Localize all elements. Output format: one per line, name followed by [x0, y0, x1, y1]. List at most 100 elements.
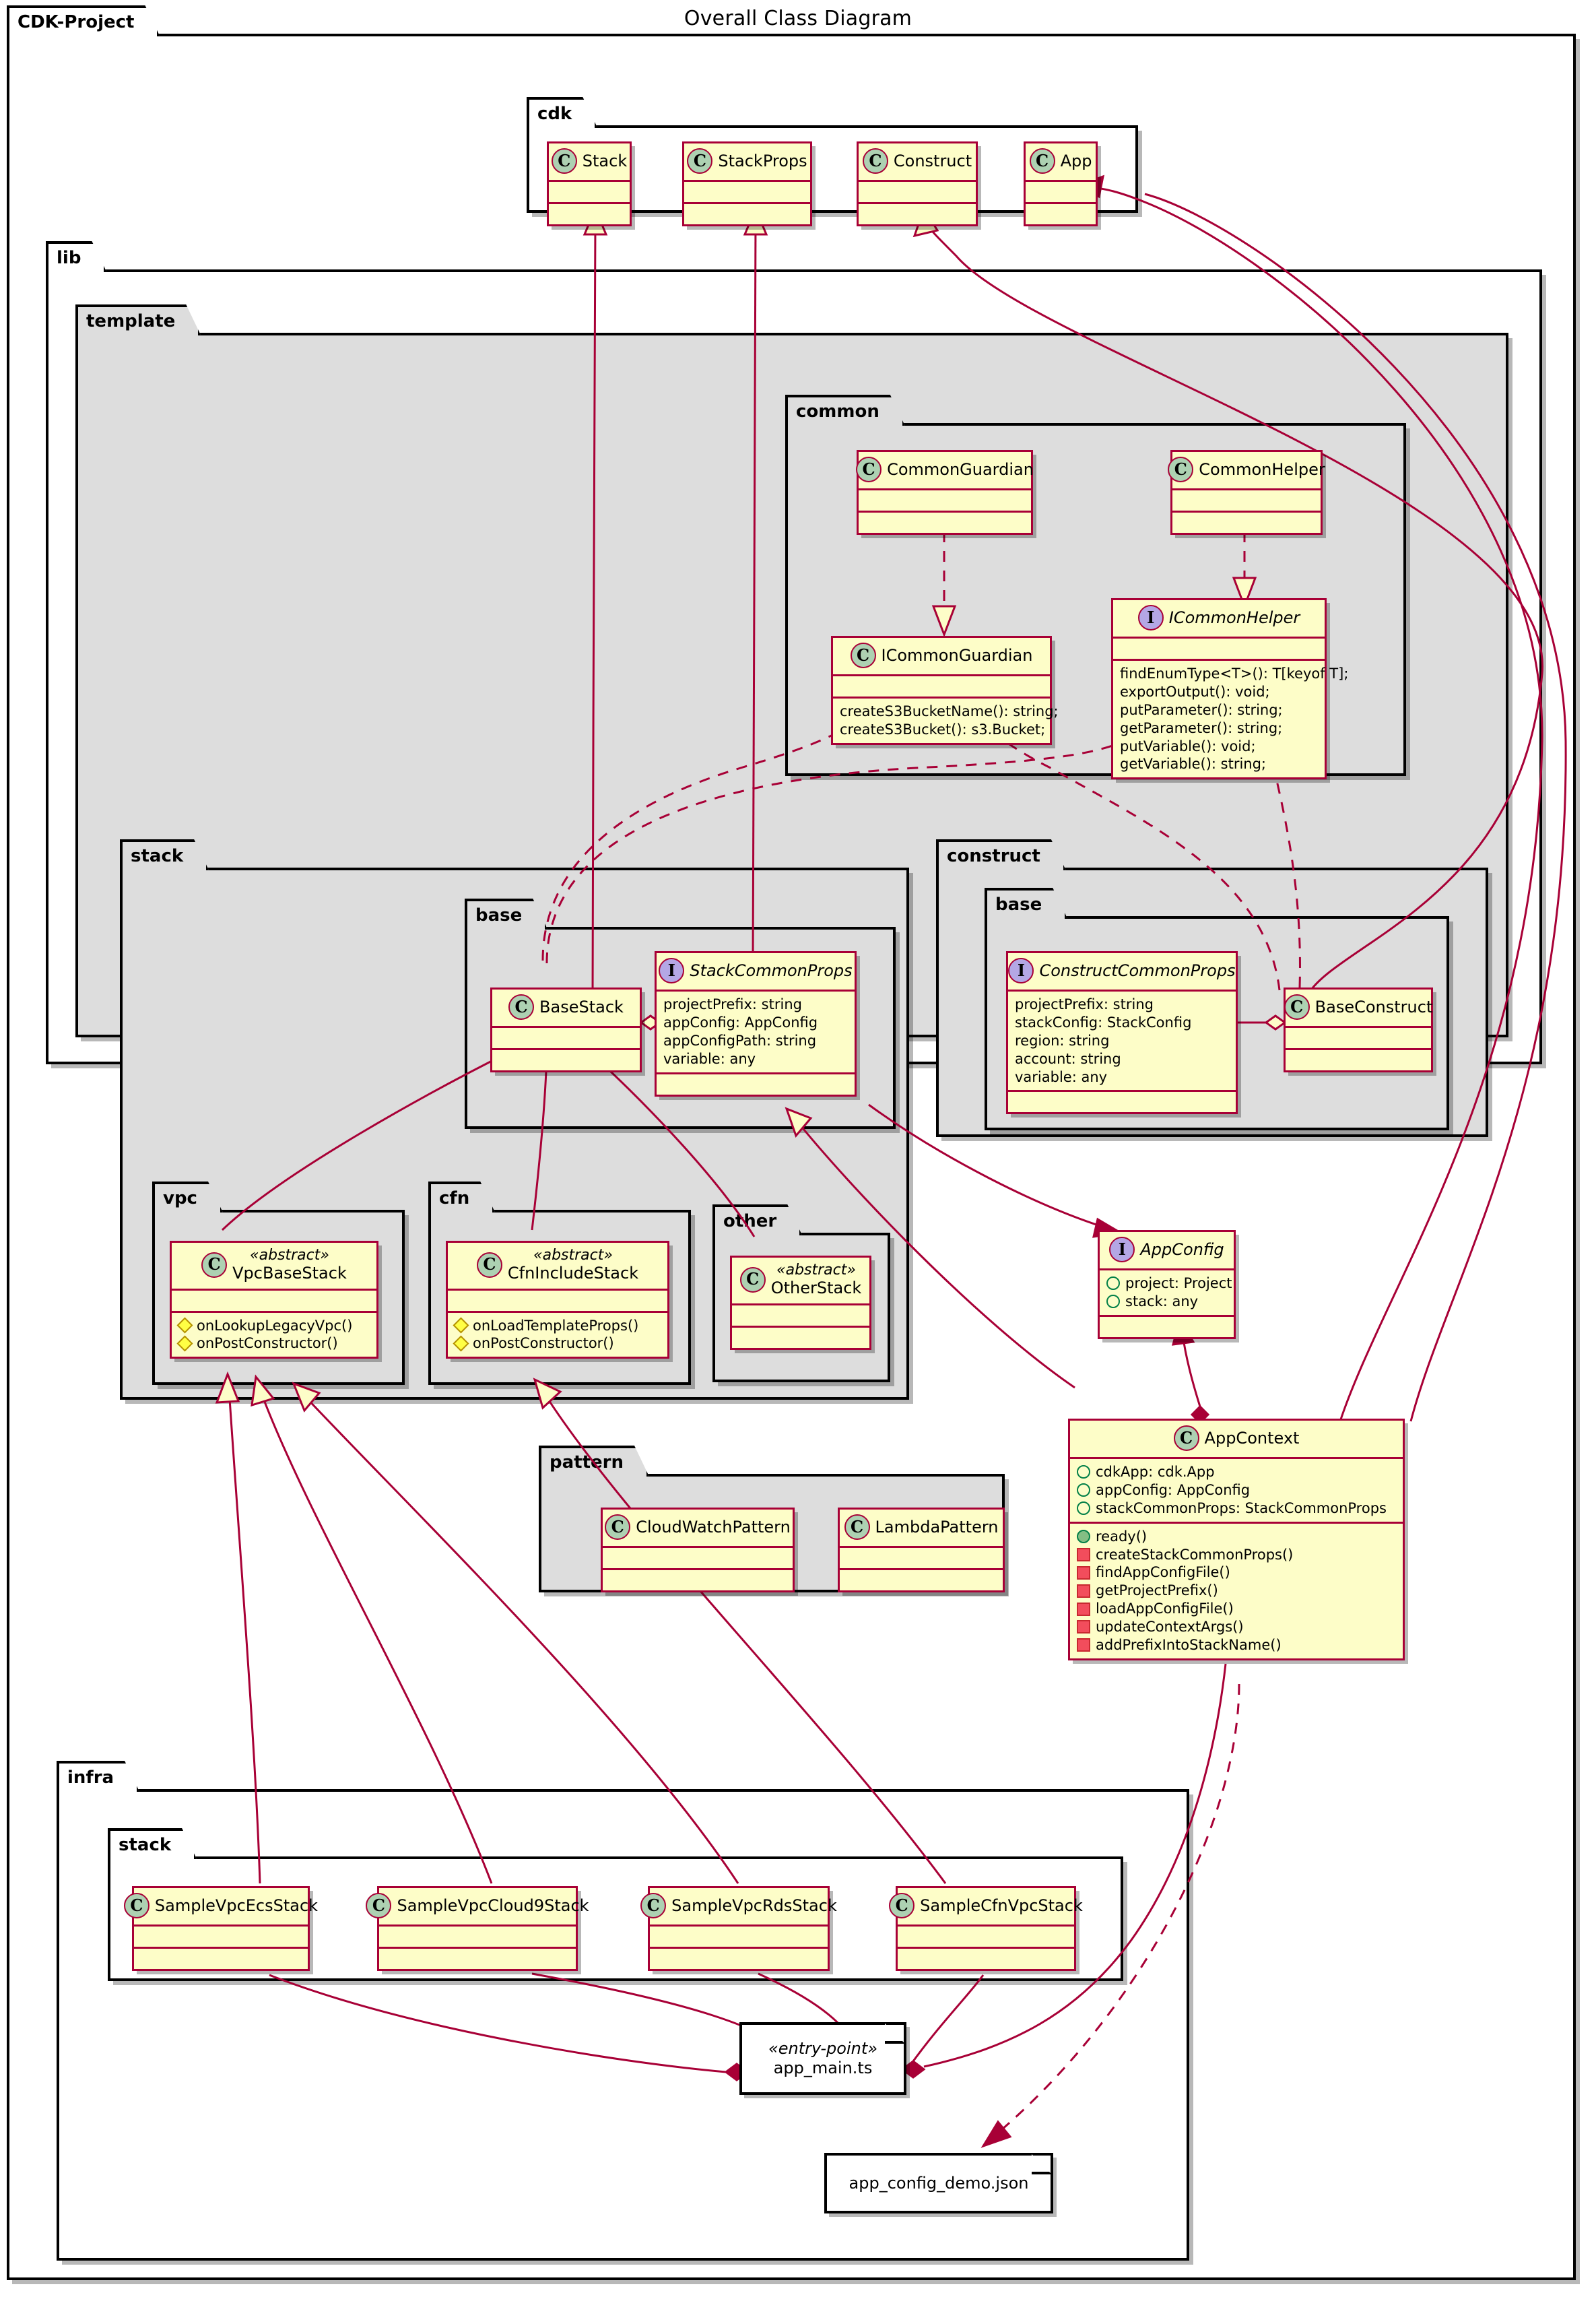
- class-icon: C: [850, 643, 876, 668]
- method-row: findEnumType<T>(): T[keyof T];: [1120, 666, 1349, 682]
- class-app[interactable]: C App: [1024, 141, 1098, 226]
- attributes-section: [379, 1924, 576, 1947]
- attributes-section: projectPrefix: string appConfig: AppConf…: [657, 990, 855, 1072]
- methods-section: [657, 1072, 855, 1095]
- class-name: AppConfig: [1140, 1239, 1224, 1259]
- class-name: SampleVpcRdsStack: [671, 1896, 837, 1915]
- package-label-cdk-project: CDK-Project: [7, 5, 160, 36]
- class-samplevpccloud9stack[interactable]: C SampleVpcCloud9Stack: [366, 1886, 589, 1971]
- note-stereotype: «entry-point»: [768, 2039, 878, 2059]
- private-marker: [1077, 1638, 1090, 1652]
- attribute-row: project: Project: [1106, 1274, 1232, 1293]
- methods-section: [492, 1048, 640, 1070]
- methods-section: [1008, 1090, 1236, 1112]
- class-icon: C: [476, 1252, 502, 1278]
- interface-icon: I: [1008, 958, 1034, 983]
- class-construct[interactable]: C Construct: [857, 141, 978, 226]
- protected-marker: [453, 1317, 469, 1334]
- methods-section: [1286, 1048, 1431, 1070]
- attributes-section: project: Project stack: any: [1100, 1268, 1234, 1315]
- interface-icon: I: [1109, 1237, 1135, 1262]
- protected-marker: [453, 1335, 469, 1352]
- interface-icon: I: [659, 958, 685, 983]
- methods-section: [1172, 511, 1321, 533]
- class-name: App: [1060, 151, 1092, 170]
- class-stackcommonprops[interactable]: I StackCommonProps projectPrefix: string…: [655, 951, 857, 1097]
- methods-section: findEnumType<T>(): T[keyof T]; exportOut…: [1113, 659, 1349, 777]
- class-appconfig[interactable]: I AppConfig project: Project stack: any: [1098, 1230, 1236, 1339]
- class-icon: C: [551, 148, 577, 174]
- attributes-section: [859, 180, 976, 202]
- class-lambdapattern[interactable]: C LambdaPattern: [838, 1508, 1005, 1592]
- method-row: updateContextArgs(): [1077, 1618, 1396, 1636]
- attributes-section: [603, 1546, 793, 1568]
- attribute-row: region: string: [1015, 1032, 1110, 1049]
- class-icon: C: [844, 1514, 870, 1540]
- attributes-section: [134, 1924, 308, 1947]
- note-app-main[interactable]: «entry-point» app_main.ts: [739, 2022, 906, 2095]
- method-row: putParameter(): string;: [1120, 701, 1283, 718]
- private-marker: [1077, 1602, 1090, 1616]
- methods-section: createS3BucketName(): string; createS3Bu…: [833, 697, 1059, 743]
- methods-section: ready() createStackCommonProps() findApp…: [1070, 1521, 1403, 1658]
- method-row: addPrefixIntoStackName(): [1077, 1636, 1396, 1654]
- attributes-section: [1172, 488, 1321, 511]
- class-name: CommonHelper: [1199, 459, 1325, 479]
- public-marker: [1077, 1465, 1090, 1479]
- class-vpcbasestack[interactable]: C «abstract» VpcBaseStack onLookupLegacy…: [170, 1241, 378, 1359]
- methods-section: [650, 1947, 828, 1969]
- attribute-row: variable: any: [663, 1050, 756, 1067]
- note-label: app_main.ts: [773, 2059, 873, 2077]
- class-basestack[interactable]: C BaseStack: [490, 988, 642, 1072]
- class-icommonguardian[interactable]: C ICommonGuardian createS3BucketName(): …: [831, 636, 1059, 745]
- methods-section: [1100, 1314, 1234, 1337]
- class-name: Stack: [582, 151, 628, 170]
- class-name: BaseStack: [539, 997, 624, 1016]
- methods-section: [859, 202, 976, 224]
- method-row: createStackCommonProps(): [1077, 1546, 1396, 1564]
- class-icon: C: [640, 1893, 667, 1918]
- class-icommonhelper[interactable]: I ICommonHelper findEnumType<T>(): T[key…: [1111, 598, 1349, 780]
- class-samplecfnvpcstack[interactable]: C SampleCfnVpcStack: [889, 1886, 1083, 1971]
- class-otherstack[interactable]: C «abstract» OtherStack: [730, 1256, 871, 1350]
- attribute-row: stack: any: [1106, 1293, 1227, 1311]
- class-baseconstruct[interactable]: C BaseConstruct: [1284, 988, 1433, 1072]
- class-icon: C: [862, 148, 888, 174]
- class-name: SampleCfnVpcStack: [920, 1896, 1083, 1915]
- class-icon: C: [856, 457, 882, 482]
- class-icon: C: [1173, 1425, 1199, 1451]
- class-cloudwatchpattern[interactable]: C CloudWatchPattern: [601, 1508, 795, 1592]
- attributes-section: [172, 1288, 376, 1311]
- attributes-section: projectPrefix: string stackConfig: Stack…: [1008, 990, 1236, 1090]
- class-commonguardian[interactable]: C CommonGuardian: [856, 450, 1034, 535]
- class-samplevpcrdsstack[interactable]: C SampleVpcRdsStack: [640, 1886, 837, 1971]
- attributes-section: [898, 1924, 1074, 1947]
- method-row: onLoadTemplateProps(): [453, 1317, 661, 1335]
- class-constructcommonprops[interactable]: I ConstructCommonProps projectPrefix: st…: [1006, 951, 1238, 1115]
- note-label: app_config_demo.json: [849, 2173, 1029, 2193]
- attributes-section: cdkApp: cdk.App appConfig: AppConfig sta…: [1070, 1457, 1403, 1522]
- private-marker: [1077, 1565, 1090, 1580]
- interface-icon: I: [1137, 605, 1164, 630]
- class-name: CommonGuardian: [887, 459, 1034, 479]
- note-fold-icon: [885, 2024, 905, 2044]
- class-appcontext[interactable]: C AppContext cdkApp: cdk.App appConfig: …: [1068, 1419, 1405, 1660]
- class-stackprops[interactable]: C StackProps: [682, 141, 812, 226]
- class-stack[interactable]: C Stack: [547, 141, 632, 226]
- class-commonhelper[interactable]: C CommonHelper: [1168, 450, 1325, 535]
- class-cfnincludestack[interactable]: C «abstract» CfnIncludeStack onLoadTempl…: [446, 1241, 669, 1359]
- attributes-section: [840, 1546, 1003, 1568]
- class-name: CfnIncludeStack: [507, 1263, 639, 1283]
- methods-section: [684, 202, 810, 224]
- note-app-config-demo[interactable]: app_config_demo.json: [824, 2153, 1053, 2213]
- class-icon: C: [739, 1266, 766, 1293]
- class-icon: C: [508, 994, 535, 1020]
- attribute-row: account: string: [1015, 1050, 1121, 1067]
- method-row: loadAppConfigFile(): [1077, 1600, 1396, 1618]
- class-name: BaseConstruct: [1315, 997, 1433, 1016]
- class-name: CloudWatchPattern: [636, 1517, 791, 1536]
- method-row: findAppConfigFile(): [1077, 1563, 1396, 1582]
- class-samplevpcecsstack[interactable]: C SampleVpcEcsStack: [123, 1886, 318, 1971]
- attributes-section: [684, 180, 810, 202]
- public-marker: [1077, 1530, 1090, 1544]
